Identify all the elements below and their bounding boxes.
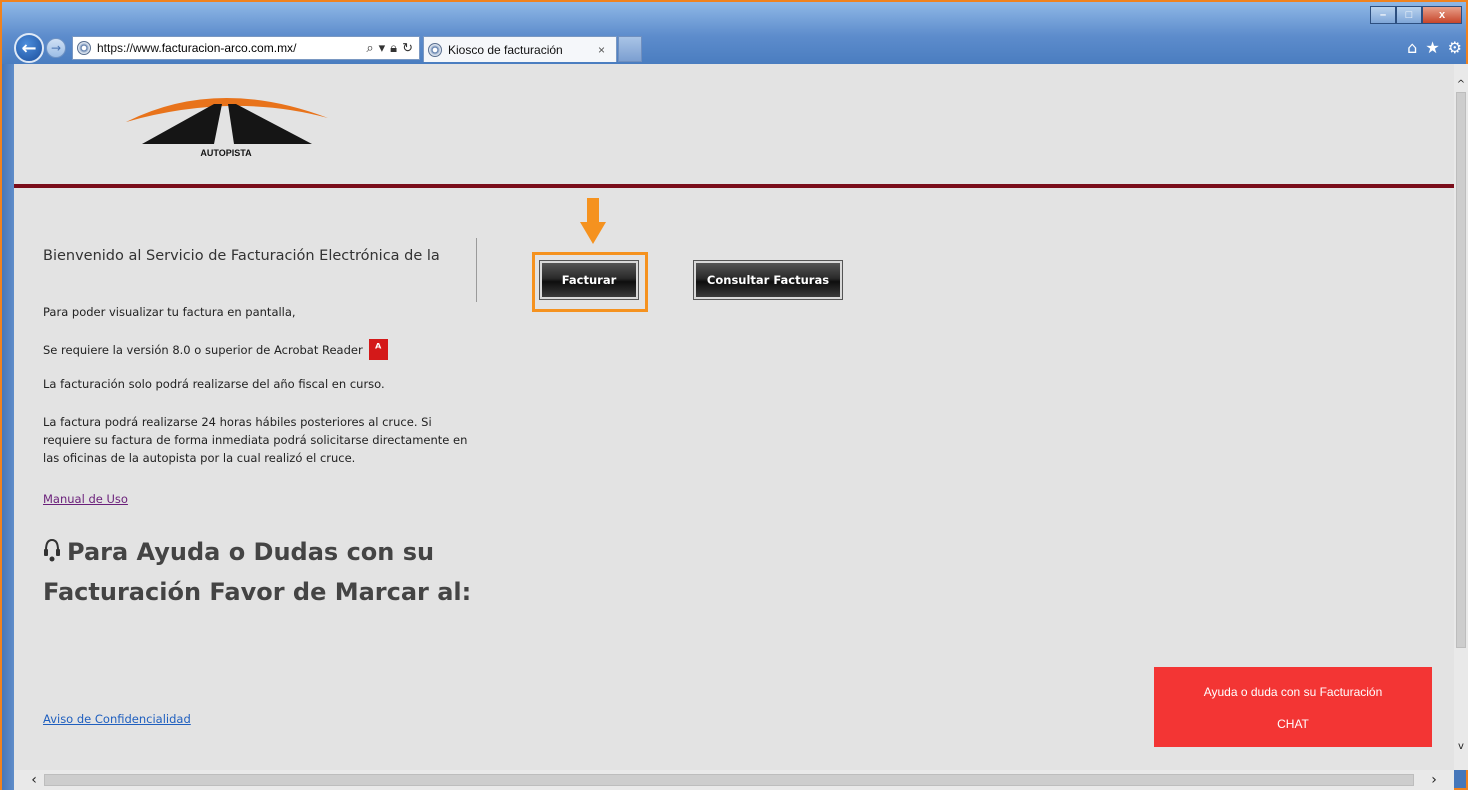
info-ano-fiscal: La facturación solo podrá realizarse del… [43,377,385,391]
help-heading: Para Ayuda o Dudas con su Facturación Fa… [43,532,483,612]
new-tab-button[interactable] [618,36,642,62]
settings-gear-icon[interactable]: ⚙ [1448,38,1462,57]
scroll-left-icon[interactable]: ‹ [24,770,44,790]
search-icon[interactable]: ⌕ [366,40,373,56]
back-button[interactable]: ← [14,33,44,63]
consultar-facturas-button[interactable]: Consultar Facturas [694,261,842,299]
maximize-button[interactable]: □ [1396,6,1422,24]
address-bar[interactable]: https://www.facturacion-arco.com.mx/ ⌕ ▾… [72,36,420,60]
vertical-scroll-thumb[interactable] [1456,92,1466,648]
info-visualizar: Para poder visualizar tu factura en pant… [43,305,296,319]
browser-toolbar-icons: ⌂ ★ ⚙ [1407,38,1462,57]
scroll-up-icon[interactable]: ^ [1454,78,1468,92]
scroll-right-icon[interactable]: › [1424,770,1444,790]
page-viewport: AUTOPISTA Bienvenido al Servicio de Fact… [14,64,1454,770]
tab-title: Kiosco de facturación [448,42,563,57]
autopista-logo: AUTOPISTA [126,97,328,158]
manual-de-uso-link[interactable]: Manual de Uso [43,492,128,506]
dropdown-icon[interactable]: ▾ [379,40,386,56]
url-prefix: https://www. [97,41,162,55]
vertical-divider [476,238,477,302]
close-window-button[interactable]: x [1422,6,1462,24]
lock-icon[interactable]: 🔒︎ [390,40,397,56]
forward-arrow-icon: → [50,41,62,55]
aviso-confidencialidad-link[interactable]: Aviso de Confidencialidad [43,712,191,726]
tab-close-icon[interactable]: × [598,43,616,57]
welcome-text: Bienvenido al Servicio de Facturación El… [43,248,440,264]
info-24-horas: La factura podrá realizarse 24 horas háb… [43,415,468,465]
site-favicon-icon [77,41,91,55]
logo-arc [126,97,328,122]
favorites-star-icon[interactable]: ★ [1425,38,1439,57]
logo-road-left [142,104,222,144]
tab-kiosco[interactable]: Kiosco de facturación × [423,36,617,62]
help-heading-text: Para Ayuda o Dudas con su Facturación Fa… [43,538,472,606]
url-text: https://www.facturacion-arco.com.mx/ [97,41,366,55]
refresh-icon[interactable]: ↻ [402,40,413,56]
url-suffix: / [293,41,297,55]
home-icon[interactable]: ⌂ [1407,38,1417,57]
back-arrow-icon: ← [21,37,37,59]
vertical-scrollbar[interactable]: ^ v [1454,64,1468,770]
down-arrow-icon [580,198,606,244]
acrobat-pdf-icon[interactable]: ᴬ [368,339,388,360]
address-tools: ⌕ ▾ 🔒︎ ↻ [366,40,419,56]
chat-help-text: Ayuda o duda con su Facturación [1203,685,1383,699]
nav-buttons: ← → [14,33,66,63]
facturar-button[interactable]: Facturar [540,261,638,299]
tab-favicon-icon [428,42,442,57]
chat-label: CHAT [1277,717,1309,731]
minimize-button[interactable]: – [1370,6,1396,24]
url-domain: facturacion-arco.com.mx [161,41,294,55]
info-acrobat: Se requiere la versión 8.0 o superior de… [43,339,388,360]
horizontal-scroll-thumb[interactable] [44,774,1414,786]
window-controls: – □ x [1370,6,1462,24]
logo-text: AUTOPISTA [200,148,252,158]
header-divider [14,184,1454,188]
scroll-down-icon[interactable]: v [1454,740,1468,754]
headset-icon [44,538,60,562]
info-acrobat-text: Se requiere la versión 8.0 o superior de… [43,342,363,357]
chat-help-button[interactable]: Ayuda o duda con su Facturación CHAT [1154,667,1432,747]
frame-border [2,64,14,790]
forward-button[interactable]: → [46,38,66,58]
horizontal-scrollbar[interactable]: ‹ › [14,770,1454,790]
